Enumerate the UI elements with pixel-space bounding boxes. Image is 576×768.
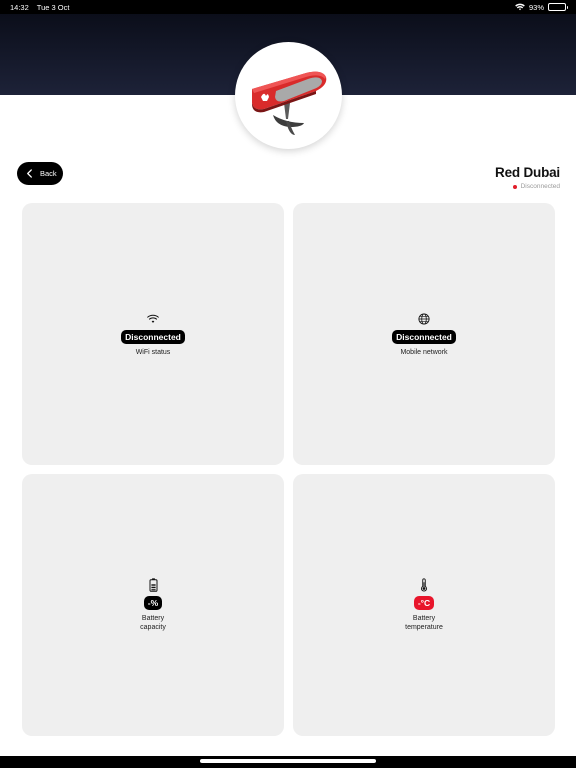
- chevron-left-icon: [27, 169, 32, 178]
- thermometer-icon: [417, 578, 431, 592]
- globe-icon: [417, 312, 431, 326]
- back-label: Back: [40, 169, 57, 178]
- device-header: Red Dubai Disconnected: [495, 165, 560, 190]
- status-bar: 14:32 Tue 3 Oct 93%: [0, 0, 576, 14]
- battery-temperature-card[interactable]: -°C Battery temperature: [293, 474, 555, 736]
- mobile-network-label: Mobile network: [400, 348, 448, 356]
- battery-temperature-label: Battery temperature: [405, 615, 443, 631]
- battery-capacity-label: Battery capacity: [140, 615, 166, 631]
- efoil-board-image: [251, 71, 326, 135]
- battery-icon: [146, 578, 160, 592]
- battery-capacity-value: -%: [143, 596, 163, 610]
- wifi-status-card[interactable]: Disconnected WiFi status: [22, 203, 284, 465]
- device-image: [235, 42, 342, 149]
- connection-status-text: Disconnected: [520, 183, 560, 190]
- battery-capacity-card[interactable]: -% Battery capacity: [22, 474, 284, 736]
- battery-temperature-value: -°C: [413, 596, 435, 610]
- back-button[interactable]: Back: [17, 162, 63, 185]
- status-date: Tue 3 Oct: [36, 2, 70, 12]
- battery-icon: [548, 3, 568, 11]
- mobile-network-value: Disconnected: [392, 329, 456, 344]
- status-time: 14:32: [10, 2, 29, 12]
- home-indicator[interactable]: [200, 759, 376, 763]
- status-right: 93%: [515, 2, 568, 12]
- wifi-icon: [146, 312, 160, 326]
- status-dot-icon: [512, 184, 517, 189]
- wifi-status-label: WiFi status: [135, 348, 171, 356]
- wifi-icon: [515, 3, 525, 11]
- battery-percent: 93%: [528, 2, 544, 12]
- connection-status: Disconnected: [495, 183, 560, 190]
- wifi-status-value: Disconnected: [121, 329, 185, 344]
- device-name: Red Dubai: [495, 165, 560, 180]
- mobile-network-card[interactable]: Disconnected Mobile network: [293, 203, 555, 465]
